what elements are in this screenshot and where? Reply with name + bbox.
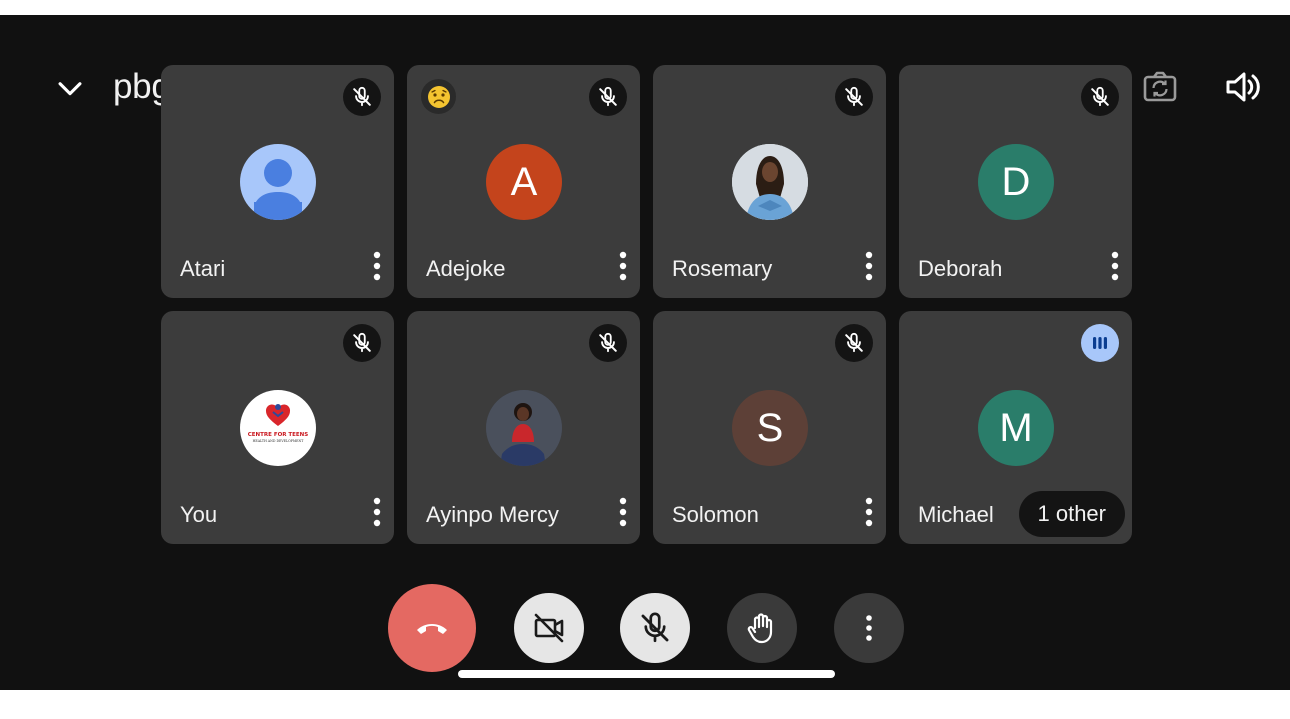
raise-hand-button[interactable] [727, 593, 797, 663]
participant-tile-atari[interactable]: Atari [161, 65, 394, 298]
avatar: A [486, 144, 562, 220]
participant-name: Atari [180, 256, 226, 281]
avatar: M [978, 390, 1054, 466]
more-options-button[interactable] [834, 593, 904, 663]
hang-up-icon [417, 624, 447, 634]
mic-toggle-button[interactable] [620, 593, 690, 663]
mic-off-badge [589, 324, 627, 362]
participant-tile-ayinpo-mercy[interactable]: Ayinpo Mercy [407, 311, 640, 544]
mic-off-badge [343, 78, 381, 116]
participant-name: Michael [918, 502, 994, 527]
avatar [240, 144, 316, 220]
sad-face-emoji-icon [421, 79, 456, 114]
camera-toggle-button[interactable] [514, 593, 584, 663]
mic-off-badge [589, 78, 627, 116]
home-indicator[interactable] [458, 670, 835, 678]
more-vertical-icon[interactable] [1106, 249, 1124, 283]
more-vertical-icon[interactable] [614, 495, 632, 529]
avatar-logo: CENTRE FOR TEENS HEALTH AND DEVELOPMENT [240, 390, 316, 466]
more-vertical-icon[interactable] [614, 249, 632, 283]
meet-call-screen: pbg-pbzc-ocj Atari [0, 15, 1290, 690]
mic-off-icon [599, 332, 617, 353]
camera-off-icon [534, 613, 564, 643]
svg-text:HEALTH AND DEVELOPMENT: HEALTH AND DEVELOPMENT [253, 439, 305, 443]
participant-name: Adejoke [426, 256, 506, 281]
end-call-button[interactable] [388, 584, 476, 672]
avatar-photo [732, 144, 808, 220]
person-photo-icon [486, 390, 562, 466]
person-icon [254, 159, 302, 220]
participant-tile-rosemary[interactable]: Rosemary [653, 65, 886, 298]
mic-off-badge [835, 78, 873, 116]
raise-hand-icon [747, 613, 773, 644]
participant-name: Solomon [672, 502, 759, 527]
participant-tile-solomon[interactable]: S Solomon [653, 311, 886, 544]
more-vertical-icon [866, 615, 872, 641]
mic-off-icon [845, 332, 863, 353]
chevron-down-icon[interactable] [53, 71, 87, 105]
mic-off-badge [1081, 78, 1119, 116]
others-pill[interactable]: 1 other [1018, 491, 1125, 537]
organization-logo-icon: CENTRE FOR TEENS HEALTH AND DEVELOPMENT [248, 404, 309, 443]
more-vertical-icon[interactable] [860, 249, 878, 283]
mic-off-icon [353, 86, 371, 107]
participant-tile-adejoke[interactable]: A Adejoke [407, 65, 640, 298]
participant-tile-you[interactable]: CENTRE FOR TEENS HEALTH AND DEVELOPMENT … [161, 311, 394, 544]
more-vertical-icon[interactable] [368, 495, 386, 529]
speaking-indicator [1081, 324, 1119, 362]
participant-tile-michael[interactable]: M Michael 1 other [899, 311, 1132, 544]
mic-off-icon [641, 612, 669, 643]
participant-tile-deborah[interactable]: D Deborah [899, 65, 1132, 298]
mic-off-icon [845, 86, 863, 107]
speaker-icon[interactable] [1222, 67, 1262, 107]
more-vertical-icon[interactable] [368, 249, 386, 283]
participant-name: Deborah [918, 256, 1003, 281]
avatar: D [978, 144, 1054, 220]
participant-name: You [180, 502, 218, 527]
mic-off-badge [343, 324, 381, 362]
mic-off-icon [353, 332, 371, 353]
mic-off-icon [599, 86, 617, 107]
audio-level-icon [1093, 337, 1107, 349]
mic-off-badge [835, 324, 873, 362]
participant-name: Ayinpo Mercy [426, 502, 559, 527]
person-photo-icon [732, 144, 808, 220]
switch-camera-icon[interactable] [1140, 67, 1180, 107]
participant-name: Rosemary [672, 256, 773, 281]
mic-off-icon [1091, 86, 1109, 107]
more-vertical-icon[interactable] [860, 495, 878, 529]
avatar-photo [486, 390, 562, 466]
svg-text:CENTRE FOR TEENS: CENTRE FOR TEENS [248, 432, 309, 438]
avatar: S [732, 390, 808, 466]
